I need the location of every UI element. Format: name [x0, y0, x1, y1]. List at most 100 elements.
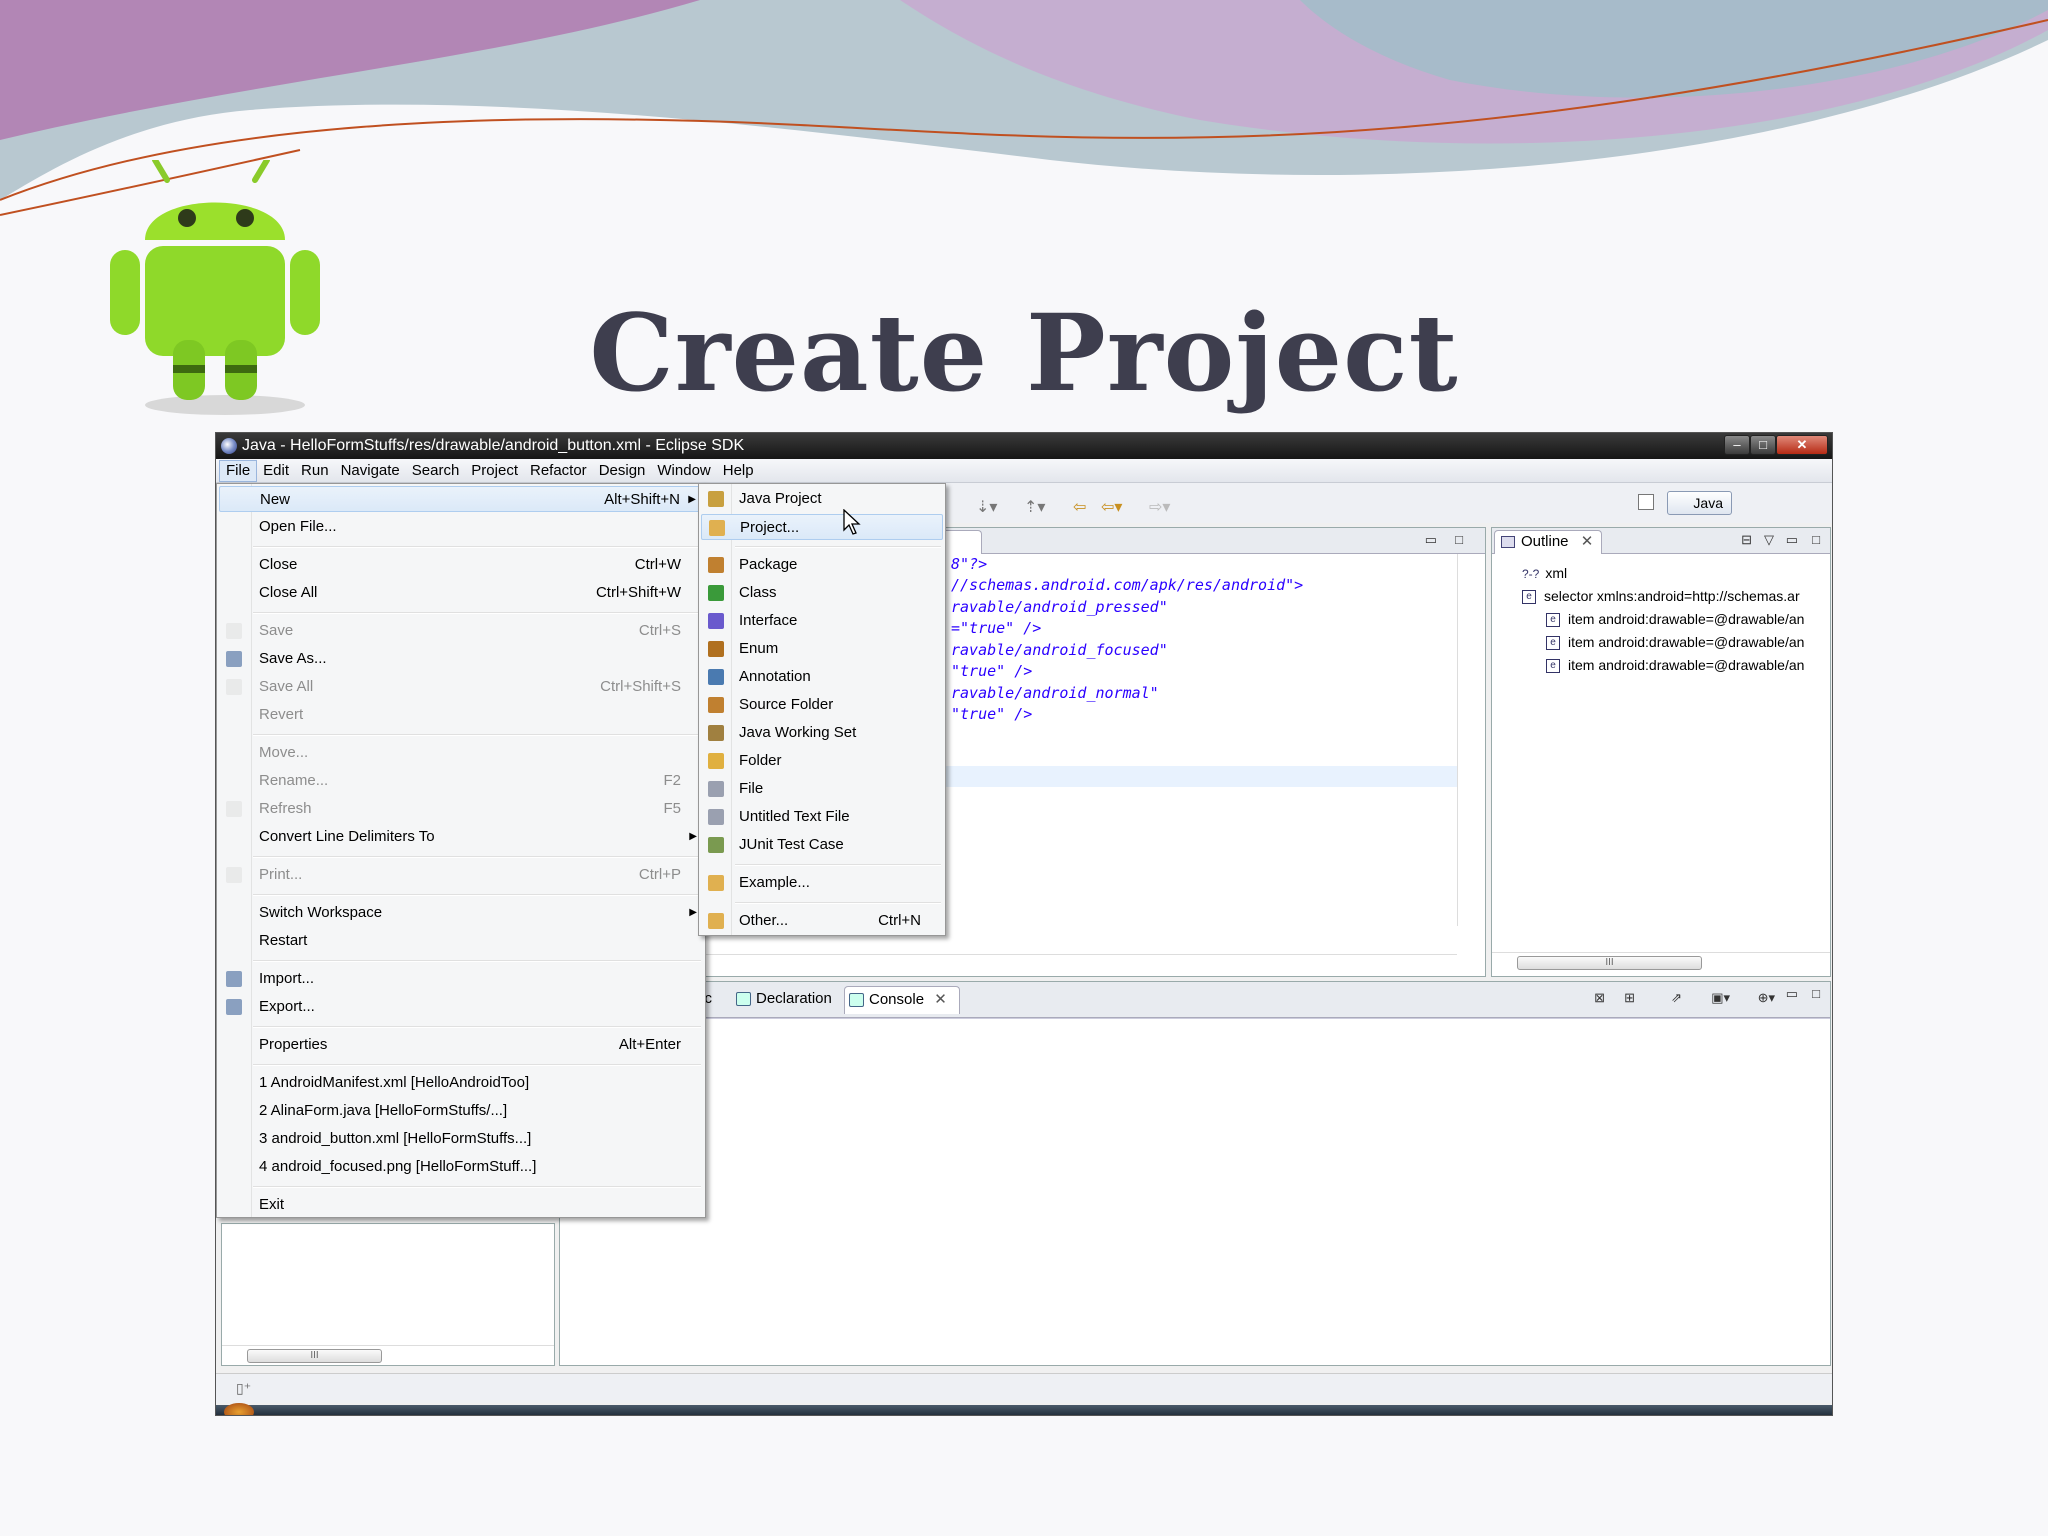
file-item-3-android-button-xml-helloformstuffs[interactable]: 3 android_button.xml [HelloFormStuffs...…: [219, 1126, 703, 1152]
menu-refactor[interactable]: Refactor: [524, 460, 593, 482]
tab-console[interactable]: Console ✕: [844, 986, 960, 1014]
menu-run[interactable]: Run: [295, 460, 335, 482]
new-item-class[interactable]: Class: [701, 580, 943, 606]
tab-declaration[interactable]: Declaration: [732, 986, 832, 1014]
file-item-restart[interactable]: Restart: [219, 928, 703, 954]
file-item-export[interactable]: Export...: [219, 994, 703, 1020]
new-item-source-folder[interactable]: Source Folder: [701, 692, 943, 718]
new-item-interface[interactable]: Interface: [701, 608, 943, 634]
back-icon[interactable]: ⇦▾: [1101, 497, 1122, 517]
file-item-properties[interactable]: Properties Alt+Enter: [219, 1032, 703, 1058]
file-item-open-file[interactable]: Open File...: [219, 514, 703, 540]
file-item-print[interactable]: Print... Ctrl+P: [219, 862, 703, 888]
file-item-close[interactable]: Close Ctrl+W: [219, 552, 703, 578]
menu-project[interactable]: Project: [465, 460, 524, 482]
file-item-save-as[interactable]: Save As...: [219, 646, 703, 672]
package-explorer-horizontal-scrollbar[interactable]: III: [222, 1345, 554, 1365]
file-item-2-alinaform-java-helloformstuffs[interactable]: 2 AlinaForm.java [HelloFormStuffs/...]: [219, 1098, 703, 1124]
minimize-button[interactable]: –: [1724, 435, 1750, 455]
outline-horizontal-scrollbar[interactable]: III: [1492, 952, 1830, 972]
previous-annotation-icon[interactable]: ⇡▾: [1024, 497, 1045, 517]
element-icon: e: [1522, 590, 1536, 605]
outline-row-item[interactable]: e item android:drawable=@drawable/an: [1546, 608, 1822, 630]
close-tab-icon[interactable]: ✕: [1581, 533, 1594, 550]
close-button[interactable]: ✕: [1776, 435, 1828, 455]
menu-search[interactable]: Search: [406, 460, 466, 482]
file-item-rename[interactable]: Rename... F2: [219, 768, 703, 794]
close-tab-icon[interactable]: ✕: [934, 991, 947, 1008]
new-item-example[interactable]: Example...: [701, 870, 943, 896]
scrollbar-thumb[interactable]: III: [247, 1349, 382, 1363]
last-edit-icon[interactable]: ⇦: [1073, 497, 1086, 517]
file-item-save-all[interactable]: Save All Ctrl+Shift+S: [219, 674, 703, 700]
new-item-package[interactable]: Package: [701, 552, 943, 578]
menu-item-label: Close: [259, 556, 298, 573]
collapse-all-icon[interactable]: ⊟: [1741, 532, 1752, 548]
file-item-convert-line-delimiters-to[interactable]: Convert Line Delimiters To ▶: [219, 824, 703, 850]
file-item-exit[interactable]: Exit: [219, 1192, 703, 1218]
outline-row-selector[interactable]: e selector xmlns:android=http://schemas.a…: [1522, 585, 1822, 607]
file-item-save[interactable]: Save Ctrl+S: [219, 618, 703, 644]
scrollbar-thumb[interactable]: III: [1517, 956, 1702, 970]
outline-row-item[interactable]: e item android:drawable=@drawable/an: [1546, 631, 1822, 653]
minimize-pane-icon[interactable]: ▭: [1786, 986, 1798, 1002]
new-item-enum[interactable]: Enum: [701, 636, 943, 662]
view-menu-icon[interactable]: ▽: [1764, 532, 1774, 548]
file-item-switch-workspace[interactable]: Switch Workspace ▶: [219, 900, 703, 926]
new-item-untitled-text-file[interactable]: Untitled Text File: [701, 804, 943, 830]
editor-vertical-scrollbar[interactable]: [1457, 554, 1473, 926]
next-annotation-icon[interactable]: ⇣▾: [976, 497, 997, 517]
outline-row-item[interactable]: e item android:drawable=@drawable/an: [1546, 654, 1822, 676]
new-item-annotation[interactable]: Annotation: [701, 664, 943, 690]
open-console-icon[interactable]: ⊕▾: [1758, 990, 1775, 1006]
outline-row-xml[interactable]: ?-? xml: [1522, 562, 1567, 584]
new-item-file[interactable]: File: [701, 776, 943, 802]
outline-row-label: xml: [1545, 565, 1568, 581]
file-item-revert[interactable]: Revert: [219, 702, 703, 728]
menu-item-shortcut: Alt+Enter: [618, 1036, 681, 1053]
minimize-pane-icon[interactable]: ▭: [1425, 532, 1437, 548]
menu-design[interactable]: Design: [593, 460, 652, 482]
forward-icon[interactable]: ⇨▾: [1149, 497, 1170, 517]
new-item-folder[interactable]: Folder: [701, 748, 943, 774]
new-item-project[interactable]: Project...: [701, 514, 943, 540]
maximize-pane-icon[interactable]: □: [1812, 986, 1820, 1001]
menu-separator: [735, 546, 941, 548]
console-output[interactable]: [560, 1018, 1830, 1363]
scroll-lock-icon[interactable]: ⊞: [1624, 990, 1635, 1006]
pin-console-icon[interactable]: ⇗: [1671, 990, 1682, 1006]
file-item-new[interactable]: New Alt+Shift+N ▶: [219, 486, 703, 512]
remove-launch-icon[interactable]: ⊠: [1594, 990, 1605, 1006]
new-item-junit-test-case[interactable]: JUnit Test Case: [701, 832, 943, 858]
menu-item-label: Switch Workspace: [259, 904, 383, 921]
new-item-java-project[interactable]: Java Project: [701, 486, 943, 512]
start-button[interactable]: [224, 1403, 254, 1415]
file-item-import[interactable]: Import...: [219, 966, 703, 992]
display-console-icon[interactable]: ▣▾: [1711, 990, 1730, 1006]
fast-view-icon[interactable]: ▯⁺: [236, 1380, 251, 1397]
maximize-pane-icon[interactable]: □: [1455, 532, 1463, 547]
file-item-4-android-focused-png-helloformstuff[interactable]: 4 android_focused.png [HelloFormStuff...…: [219, 1154, 703, 1180]
maximize-pane-icon[interactable]: □: [1812, 532, 1820, 547]
maximize-button[interactable]: □: [1750, 435, 1776, 455]
file-item-close-all[interactable]: Close All Ctrl+Shift+W: [219, 580, 703, 606]
minimize-pane-icon[interactable]: ▭: [1786, 532, 1798, 548]
menu-edit[interactable]: Edit: [257, 460, 295, 482]
file-item-move[interactable]: Move...: [219, 740, 703, 766]
file-item-refresh[interactable]: Refresh F5: [219, 796, 703, 822]
menu-item-label: Move...: [259, 744, 309, 761]
new-item-java-working-set[interactable]: Java Working Set: [701, 720, 943, 746]
menu-item-label: 3 android_button.xml [HelloFormStuffs...…: [259, 1130, 532, 1147]
menu-item-shortcut: Ctrl+N: [878, 912, 921, 929]
menu-help[interactable]: Help: [717, 460, 760, 482]
new-item-other[interactable]: Other... Ctrl+N: [701, 908, 943, 934]
menu-item-label: Close All: [259, 584, 318, 601]
menu-window[interactable]: Window: [651, 460, 716, 482]
menu-navigate[interactable]: Navigate: [335, 460, 406, 482]
open-perspective-icon[interactable]: [1638, 494, 1654, 510]
tab-outline[interactable]: Outline ✕: [1494, 530, 1602, 554]
file-item-1-androidmanifest-xml-helloandroidtoo[interactable]: 1 AndroidManifest.xml [HelloAndroidToo]: [219, 1070, 703, 1096]
java-perspective-button[interactable]: Java: [1667, 491, 1732, 515]
outline-row-label: item android:drawable=@drawable/an: [1568, 634, 1805, 650]
menu-file[interactable]: File: [219, 459, 258, 482]
